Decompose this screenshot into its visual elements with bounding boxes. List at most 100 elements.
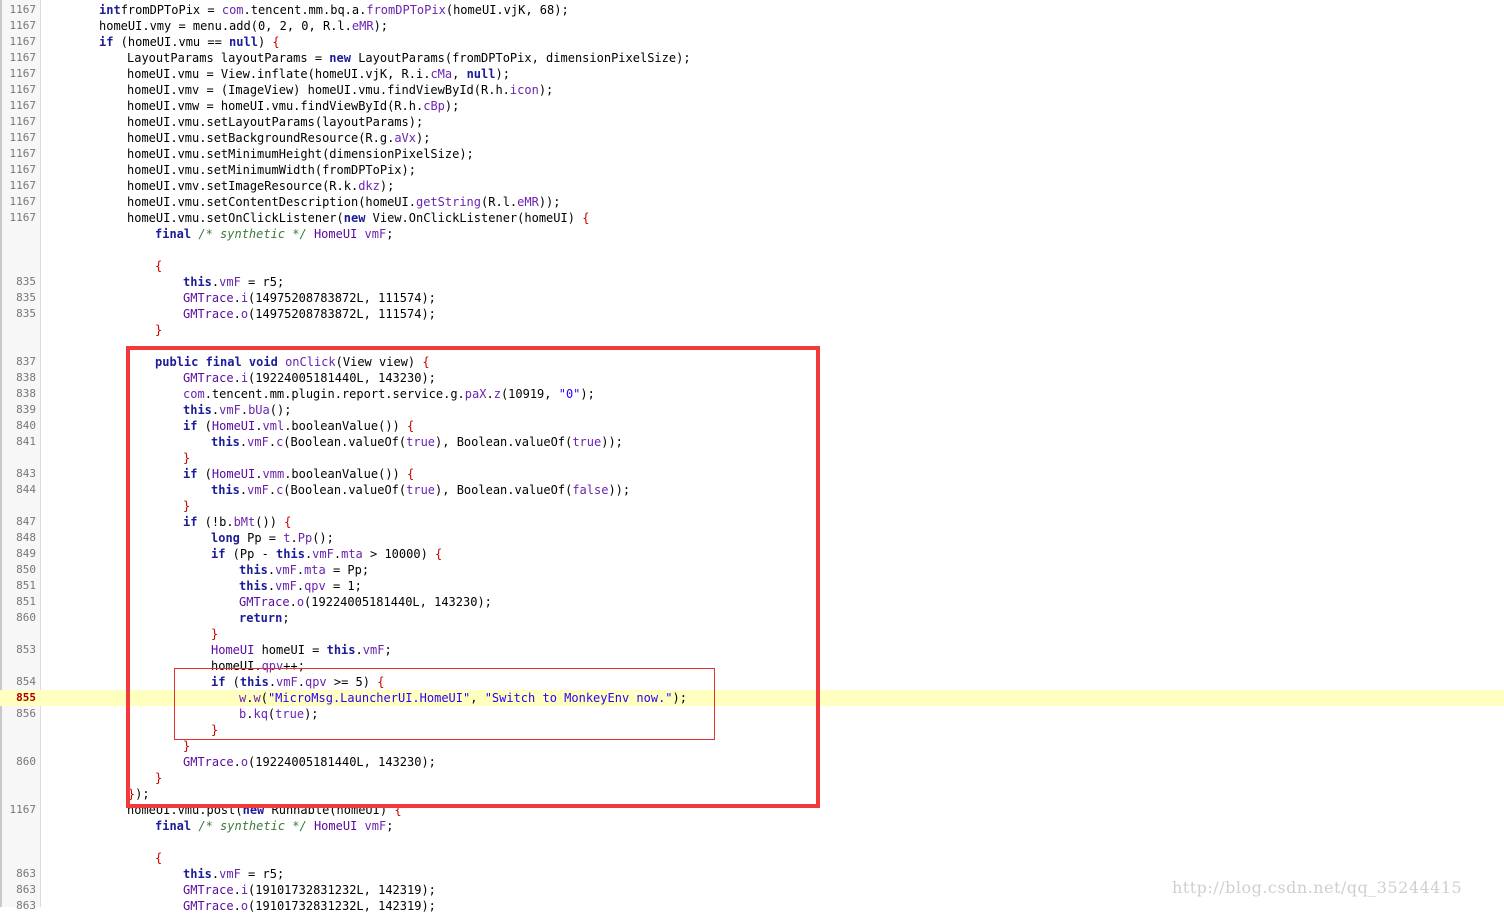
code-line[interactable]: 1167 homeUI.vmu.setMinimumWidth(fromDPToP… [0,162,1504,178]
code-token: icon [509,83,539,97]
code-token: View.OnClickListener(homeUI) [365,211,583,225]
line-number: 1167 [9,131,37,144]
code-text: homeUI.vmu.setLayoutParams(layoutParams)… [127,114,423,130]
line-number: 1167 [9,115,37,128]
code-line[interactable] [0,834,1504,850]
line-number: 850 [16,563,36,576]
code-line[interactable]: final /* synthetic */ HomeUI vmF; [0,818,1504,834]
code-line[interactable]: 1167 homeUI.vmu.setContentDescription(hom… [0,194,1504,210]
line-number: 840 [16,419,36,432]
code-token: fromDPToPix = [120,3,222,17]
code-line[interactable]: 1167 homeUI.vmu.setBackgroundResource(R.g… [0,130,1504,146]
code-token: if [99,35,114,49]
line-number: 848 [16,531,36,544]
code-token: ); [538,83,554,97]
code-text: homeUI.vmu = View.inflate(homeUI.vjK, R.… [127,66,510,82]
code-token: GMTrace [183,307,234,321]
code-token: { [582,211,590,225]
code-token: = r5; [240,275,285,289]
code-text: GMTrace.i(19101732831232L, 142319); [183,882,436,898]
code-line[interactable]: 835 GMTrace.i(14975208783872L, 111574); [0,290,1504,306]
code-token: homeUI.vmv.setImageResource(R.k. [127,179,359,193]
code-token: aVx [394,131,416,145]
code-text: homeUI.vmv = (ImageView) homeUI.vmu.find… [127,82,553,98]
code-text: homeUI.vmy = menu.add(0, 2, 0, R.l.eMR); [99,18,388,34]
line-number: 838 [16,371,36,384]
code-line[interactable] [0,242,1504,258]
code-line[interactable]: 835 this.vmF = r5; [0,274,1504,290]
line-number: 839 [16,403,36,416]
line-number: 835 [16,291,36,304]
code-token: ); [373,19,389,33]
code-token: fromDPToPix [366,3,446,17]
code-token: dkz [358,179,380,193]
line-number: 1167 [9,35,37,48]
line-number: 855 [16,691,36,704]
code-token: homeUI.vmu.setContentDescription(homeUI. [127,195,416,209]
code-line[interactable]: 1167 homeUI.vmu = View.inflate(homeUI.vjK… [0,66,1504,82]
code-token: . [233,291,241,305]
code-line[interactable]: { [0,258,1504,274]
line-number: 1167 [9,803,37,816]
code-token: this [183,275,212,289]
code-text: homeUI.vmu.setBackgroundResource(R.g.aVx… [127,130,430,146]
code-line[interactable]: 1167 homeUI.vmw = homeUI.vmu.findViewById… [0,98,1504,114]
code-token: cMa [430,67,453,81]
red-annotation-box-monkeyenv [174,668,715,740]
code-token: /* synthetic */ [191,227,314,241]
line-number: 863 [16,883,36,896]
line-number: 1167 [9,51,37,64]
code-text: final /* synthetic */ HomeUI vmF; [155,226,393,242]
code-line[interactable]: { [0,850,1504,866]
code-token: (homeUI.vmu == [113,35,230,49]
code-text: homeUI.vmu.setMinimumHeight(dimensionPix… [127,146,474,162]
code-line[interactable]: 1167 homeUI.vmv = (ImageView) homeUI.vmu.… [0,82,1504,98]
code-text: { [155,258,162,274]
code-text: this.vmF = r5; [183,274,284,290]
code-text: GMTrace.i(14975208783872L, 111574); [183,290,436,306]
code-token: homeUI.vmw = homeUI.vmu.findViewById(R.h… [127,99,424,113]
code-line[interactable]: 1167 LayoutParams layoutParams = new Layo… [0,50,1504,66]
code-token: homeUI.vmy = menu.add(0, 2, 0, R.l. [99,19,352,33]
code-line[interactable]: 1167 homeUI.vmu.setMinimumHeight(dimensio… [0,146,1504,162]
code-text: GMTrace.o(14975208783872L, 111574); [183,306,436,322]
code-token: LayoutParams layoutParams = [127,51,330,65]
code-token: final [155,819,192,833]
line-number: 1167 [9,67,37,80]
code-token: ; [386,227,394,241]
code-text: final /* synthetic */ HomeUI vmF; [155,818,393,834]
code-token: { [272,35,280,49]
code-line[interactable]: 1167 intfromDPToPix = com.tencent.mm.bq.a… [0,2,1504,18]
code-line[interactable]: 835 GMTrace.o(14975208783872L, 111574); [0,306,1504,322]
line-number: 1167 [9,83,37,96]
code-token: final [155,227,192,241]
code-token: eMR [351,19,374,33]
line-number: 1167 [9,147,37,160]
code-token: o [240,899,249,913]
line-number: 851 [16,595,36,608]
line-number: 1167 [9,99,37,112]
code-text: this.vmF = r5; [183,866,284,882]
code-line[interactable]: 863 GMTrace.o(19101732831232L, 142319); [0,898,1504,914]
line-number: 1167 [9,211,37,224]
code-line[interactable]: final /* synthetic */ HomeUI vmF; [0,226,1504,242]
code-token: homeUI.vmu = View.inflate(homeUI.vjK, R.… [127,67,431,81]
line-number: 854 [16,675,36,688]
code-token: this [183,867,212,881]
code-token: o [240,307,249,321]
code-token: ); [379,179,395,193]
code-line[interactable]: 1167 homeUI.vmv.setImageResource(R.k.dkz)… [0,178,1504,194]
line-number: 843 [16,467,36,480]
code-line[interactable]: 1167 homeUI.vmy = menu.add(0, 2, 0, R.l.e… [0,18,1504,34]
code-line[interactable]: 1167 homeUI.vmu.setOnClickListener(new Vi… [0,210,1504,226]
code-text: homeUI.vmw = homeUI.vmu.findViewById(R.h… [127,98,459,114]
code-token: ); [416,131,431,145]
code-line[interactable]: 1167 if (homeUI.vmu == null) { [0,34,1504,50]
code-token: ; [386,819,394,833]
code-text: LayoutParams layoutParams = new LayoutPa… [127,50,691,66]
code-line[interactable]: } [0,322,1504,338]
code-token: (R.l. [481,195,518,209]
code-line[interactable]: 1167 homeUI.vmu.setLayoutParams(layoutPar… [0,114,1504,130]
code-token: { [155,259,163,273]
code-text: intfromDPToPix = com.tencent.mm.bq.a.fro… [99,2,569,18]
